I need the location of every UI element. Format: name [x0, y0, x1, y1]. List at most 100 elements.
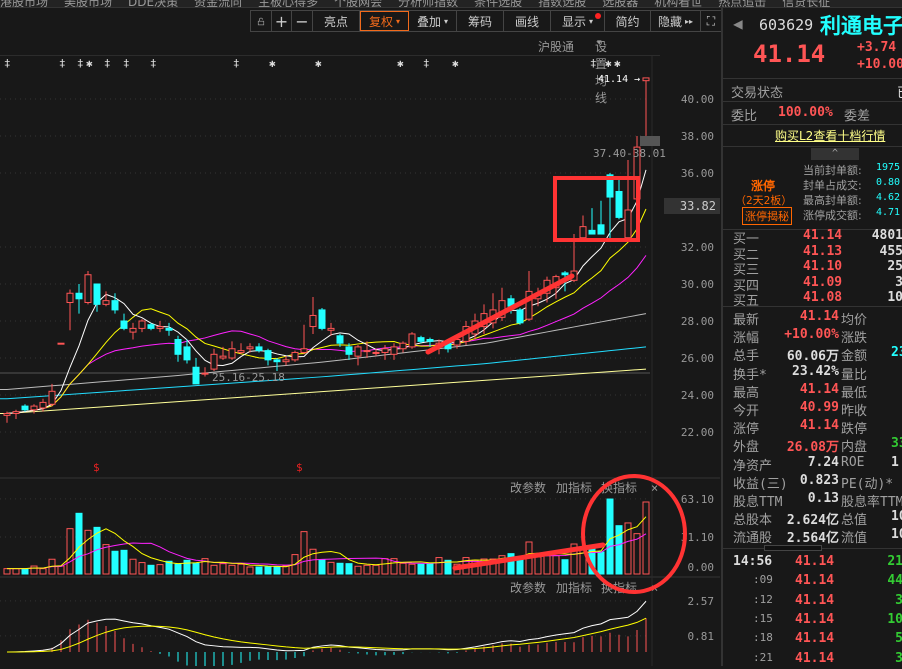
seal-label: 涨停成交额:: [803, 209, 862, 222]
stat-label: 流值: [841, 531, 868, 547]
stat-row: 今开 40.99 昨收: [733, 400, 902, 419]
volume-bar: [138, 562, 146, 575]
candle: [291, 351, 299, 361]
candle: [201, 372, 209, 375]
tab[interactable]: 美股市场: [64, 0, 112, 7]
candle: [390, 346, 398, 355]
event-marker-icon: ‡: [4, 57, 11, 70]
seal-label: 最高封单额:: [803, 194, 862, 207]
tick-volume: 21: [887, 554, 902, 569]
seal-value: 4.62: [876, 192, 901, 203]
stat-value: 60.06万: [786, 349, 839, 365]
tab[interactable]: 资金流向: [194, 0, 242, 7]
tick-price: 41.14: [795, 631, 835, 647]
limit-up-secret-button[interactable]: 涨停揭秘: [742, 207, 792, 225]
volume-bar: [363, 564, 371, 575]
tick-price: 41.14: [795, 573, 835, 589]
add-indicator-button[interactable]: 加指标: [556, 480, 592, 495]
buy-l2-link[interactable]: 购买L2查看十档行情: [775, 127, 885, 144]
volume-bar: [372, 564, 380, 575]
bid-volume: 25: [887, 259, 902, 274]
indicator-axis-label: 0.81: [688, 630, 715, 643]
tab[interactable]: 条件选股: [474, 0, 522, 7]
kline-chart[interactable]: 40.00 38.00 36.00 32.00 30.00 28.00 26.00 24.00…: [0, 0, 720, 666]
bid-price: 41.08: [803, 290, 843, 305]
back-arrow-icon[interactable]: ◀: [733, 14, 743, 33]
volume-bar: [264, 566, 272, 575]
edit-params-button[interactable]: 改参数: [510, 580, 546, 595]
seal-value: 0.80: [876, 177, 901, 188]
bid-price: 41.10: [803, 259, 843, 274]
stat-row: 股息TTM 0.13 股息率TTM: [733, 491, 902, 510]
tab[interactable]: 指数选股: [538, 0, 586, 7]
low-label: 25.16-25.18: [212, 371, 285, 384]
candle: [147, 324, 155, 329]
indicator-axis-label: 2.57: [688, 595, 715, 608]
volume-bar: [354, 565, 362, 575]
stat-label: 总股本: [733, 513, 773, 529]
seal-label: 当前封单额:: [803, 164, 862, 177]
add-indicator-button[interactable]: 加指标: [556, 580, 592, 595]
collapse-toggle[interactable]: ^: [811, 148, 859, 160]
stat-label: 金额: [841, 349, 868, 365]
stat-label: 最高: [733, 385, 760, 401]
volume-bar: [552, 555, 560, 575]
candle: [174, 339, 182, 355]
seal-row: 涨停成交额: 4.71: [803, 207, 902, 225]
tick-row: :09 41.14 44: [733, 573, 902, 591]
volume-bar: [75, 512, 83, 575]
price-change: +3.74: [857, 40, 897, 55]
tab[interactable]: 选股器: [602, 0, 638, 7]
volume-bar: [156, 564, 164, 575]
expand-handle[interactable]: [764, 545, 822, 551]
candle: [39, 401, 47, 409]
tick-time: :15: [753, 611, 773, 625]
candle: [381, 348, 389, 353]
volume-bar: [327, 561, 335, 575]
status-label: 交易状态: [731, 86, 784, 101]
volume-bar: [273, 566, 281, 575]
stat-row: 总股本 2.624亿总值 10: [733, 509, 902, 529]
candle: [579, 226, 587, 239]
tick-time: :09: [753, 573, 773, 587]
dif-line: [6, 600, 647, 653]
tab[interactable]: 信贷长征: [782, 0, 830, 7]
top-tab-strip: 港股市场 美股市场 DDE决策 资金流向 主板心得多 个股网会 分析师指数 条件选股 指数选股 选…: [0, 0, 902, 8]
candle: [327, 327, 335, 331]
tab[interactable]: 机构看世: [654, 0, 702, 7]
tab[interactable]: 港股市场: [0, 0, 48, 7]
tab[interactable]: 热点追击: [718, 0, 766, 7]
tick-row: :12 41.14 3: [733, 593, 902, 611]
bid-price: 41.13: [803, 243, 843, 259]
tab[interactable]: 主板心得多: [258, 0, 318, 7]
event-marker-icon: ‡: [104, 57, 111, 70]
dollar-marker: $: [93, 461, 100, 474]
tab[interactable]: 个股网会: [334, 0, 382, 7]
candle: [363, 350, 371, 353]
stat-label: 流通股: [733, 531, 773, 547]
edit-params-button[interactable]: 改参数: [510, 480, 546, 495]
candle: [66, 292, 74, 303]
volume-bar: [408, 563, 416, 575]
tick-price: 41.14: [795, 554, 835, 569]
price-axis-label: 38.00: [681, 130, 714, 143]
tick-price: 41.14: [795, 592, 835, 608]
volume-bar: [615, 525, 623, 575]
candle: [102, 300, 110, 305]
tick-time: :18: [753, 631, 773, 645]
candle: [111, 300, 119, 311]
stat-row: 涨幅 +10.00% 涨跌: [733, 327, 902, 346]
volume-bar: [255, 566, 263, 575]
candle: [183, 346, 191, 361]
star-marker-icon: ✱: [397, 57, 404, 70]
volume-bar: [237, 563, 245, 575]
wb-value: 100.00%: [778, 105, 833, 120]
event-marker-icon: ‡: [233, 57, 240, 70]
last-price: 41.14: [753, 40, 826, 68]
price-axis-label: 24.00: [681, 389, 714, 402]
tab[interactable]: DDE决策: [128, 0, 178, 7]
volume-bar: [21, 568, 29, 575]
tab[interactable]: 分析师指数: [398, 0, 458, 7]
wc-label: 委差: [844, 109, 871, 124]
stat-label: PE(动)*: [841, 476, 894, 492]
